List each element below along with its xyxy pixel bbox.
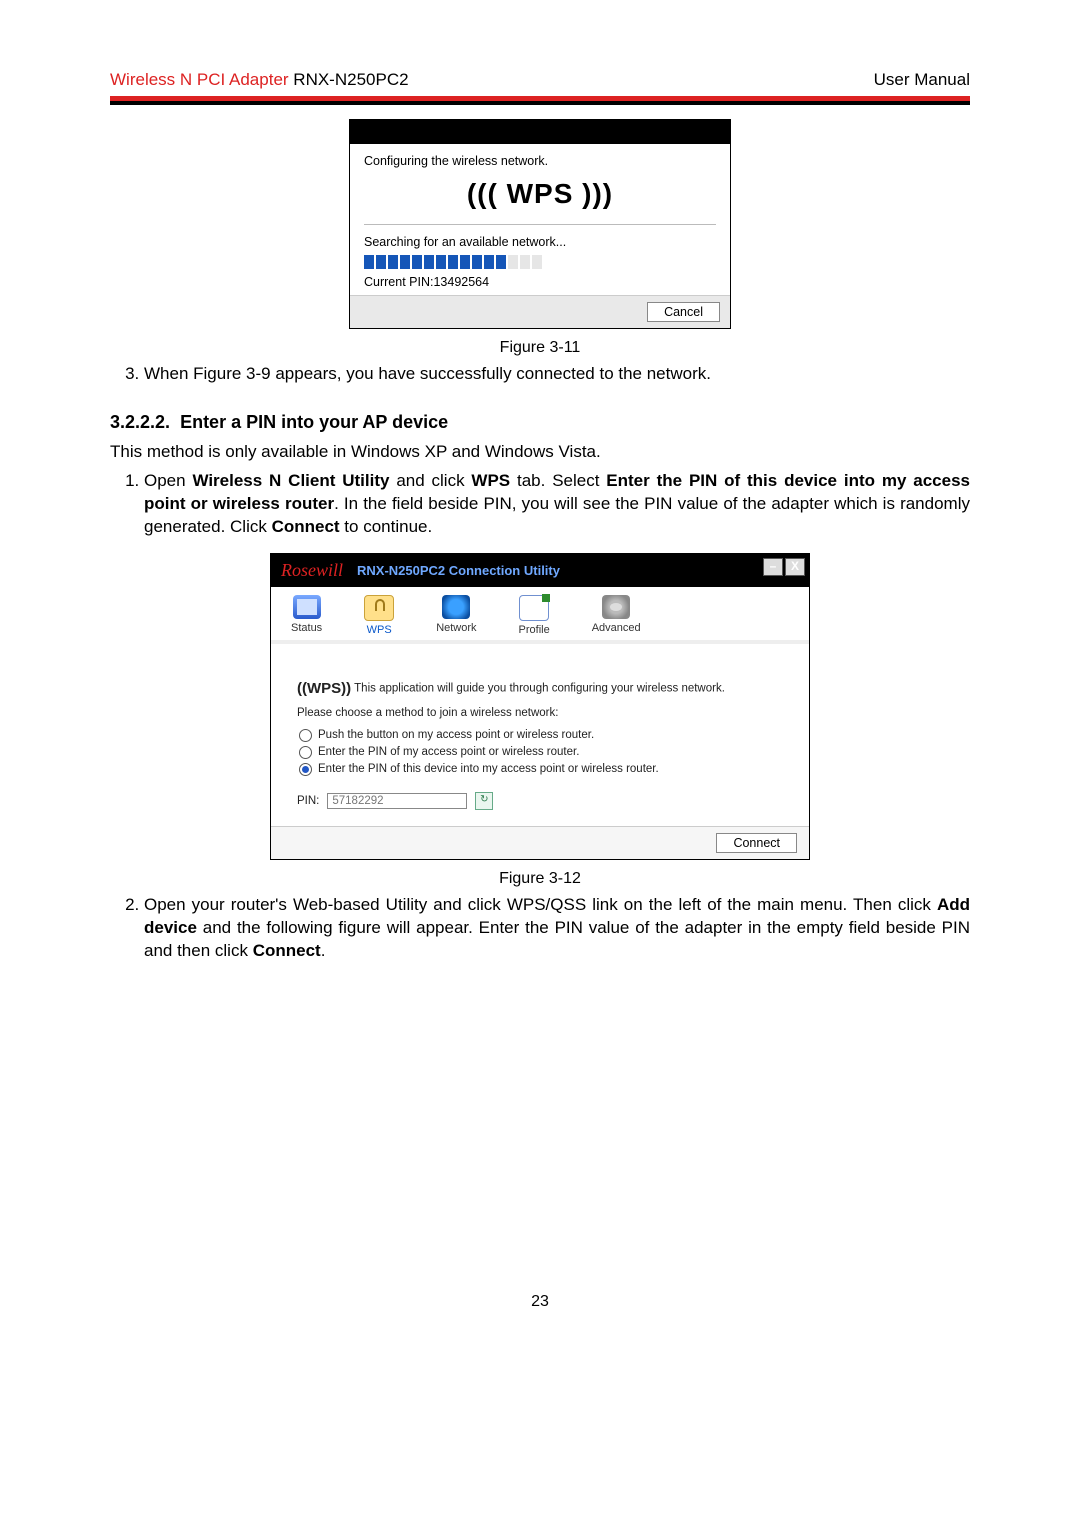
step-1: Open Wireless N Client Utility and click… [144, 470, 970, 539]
util-tabs: Status WPS Network Profile Advanced [271, 587, 809, 644]
header-left: Wireless N PCI Adapter RNX-N250PC2 [110, 70, 409, 90]
tab-status[interactable]: Status [291, 595, 322, 636]
tab-status-label: Status [291, 622, 322, 634]
figure-caption-1: Figure 3-11 [110, 339, 970, 357]
step-2: Open your router's Web-based Utility and… [144, 894, 970, 963]
close-button[interactable]: X [785, 558, 805, 576]
step-3-text: When Figure 3-9 appears, you have succes… [144, 363, 970, 386]
tab-profile[interactable]: Profile [519, 595, 550, 636]
wps-intro: ((WPS)) This application will guide you … [297, 680, 783, 697]
tab-profile-label: Profile [519, 624, 550, 636]
section-number: 3.2.2.2. [110, 412, 170, 432]
radio-icon [299, 763, 312, 776]
refresh-pin-button[interactable]: ↻ [475, 792, 493, 810]
radio-icon [299, 729, 312, 742]
tab-network-label: Network [436, 622, 476, 634]
tab-advanced[interactable]: Advanced [592, 595, 641, 636]
tab-wps-label: WPS [364, 624, 394, 636]
wps-logo: ((( WPS ))) [364, 168, 716, 224]
radio-label: Enter the PIN of this device into my acc… [318, 763, 659, 775]
choose-prompt: Please choose a method to join a wireles… [297, 707, 783, 719]
current-pin-line: Current PIN:13492564 [364, 275, 716, 289]
minimize-button[interactable]: – [763, 558, 783, 576]
radio-option-push[interactable]: Push the button on my access point or wi… [299, 729, 783, 742]
tab-advanced-label: Advanced [592, 622, 641, 634]
page-header: Wireless N PCI Adapter RNX-N250PC2 User … [110, 70, 970, 96]
section-title: Enter a PIN into your AP device [180, 412, 448, 432]
section-intro: This method is only available in Windows… [110, 441, 970, 464]
header-right: User Manual [874, 70, 970, 90]
util-title: RNX-N250PC2 Connection Utility [357, 563, 560, 578]
connect-button[interactable]: Connect [716, 833, 797, 853]
wps-mini-logo: ((WPS)) [297, 680, 351, 697]
divider [364, 224, 716, 225]
gear-icon [602, 595, 630, 619]
radio-icon [299, 746, 312, 759]
status-icon [293, 595, 321, 619]
wps-intro-text: This application will guide you through … [354, 682, 725, 694]
search-status-line: Searching for an available network... [364, 235, 716, 249]
tab-network[interactable]: Network [436, 595, 476, 636]
product-model: RNX-N250PC2 [289, 70, 409, 89]
profile-icon [519, 595, 549, 621]
dialog-titlebar [350, 120, 730, 144]
wps-progress-dialog: Configuring the wireless network. ((( WP… [349, 119, 731, 329]
radio-option-enter-ap-pin[interactable]: Enter the PIN of my access point or wire… [299, 746, 783, 759]
pin-input[interactable] [327, 793, 467, 809]
util-titlebar: Rosewill RNX-N250PC2 Connection Utility … [271, 554, 809, 587]
header-rule-black [110, 101, 970, 105]
radio-label: Enter the PIN of my access point or wire… [318, 746, 579, 758]
tab-wps[interactable]: WPS [364, 595, 394, 636]
brand-logo: Rosewill [281, 560, 343, 581]
globe-icon [442, 595, 470, 619]
pin-label: PIN: [297, 795, 319, 807]
product-name-red: Wireless N PCI Adapter [110, 70, 289, 89]
lock-icon [364, 595, 394, 621]
figure-caption-2: Figure 3-12 [110, 870, 970, 888]
radio-label: Push the button on my access point or wi… [318, 729, 594, 741]
cancel-button[interactable]: Cancel [647, 302, 720, 322]
progress-bar [364, 255, 716, 269]
page-number: 23 [110, 1293, 970, 1311]
radio-option-enter-device-pin[interactable]: Enter the PIN of this device into my acc… [299, 763, 783, 776]
connection-utility-window: Rosewill RNX-N250PC2 Connection Utility … [270, 553, 810, 860]
config-status-line: Configuring the wireless network. [364, 154, 716, 168]
section-heading: 3.2.2.2. Enter a PIN into your AP device [110, 412, 970, 433]
